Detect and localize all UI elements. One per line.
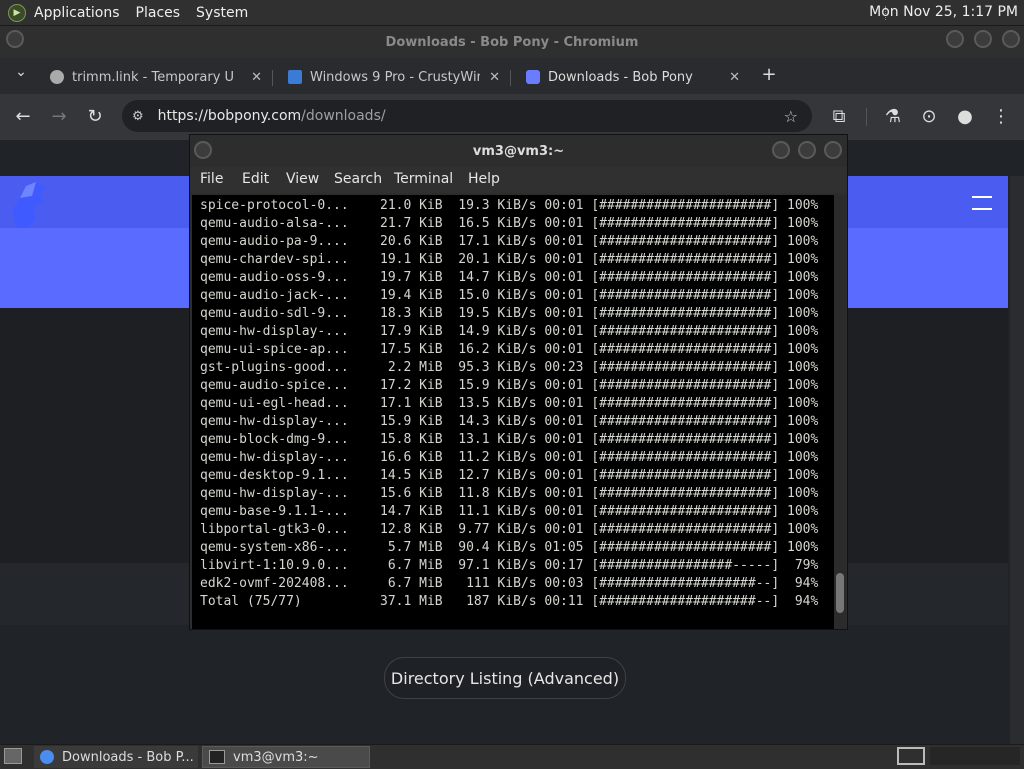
taskbar-item-label: Downloads - Bob P... <box>62 749 194 765</box>
close-button[interactable] <box>1002 30 1020 48</box>
system-menu[interactable]: System <box>188 5 256 21</box>
extensions-icon[interactable]: ⧉ <box>828 106 850 127</box>
terminal-icon <box>209 750 225 764</box>
address-bar[interactable]: ⚙ https://bobpony.com/downloads/ ☆ <box>122 100 812 132</box>
labs-flask-icon[interactable]: ⚗ <box>882 106 904 127</box>
bottom-taskbar: Downloads - Bob P... vm3@vm3:~ <box>0 744 1024 769</box>
maximize-button[interactable] <box>974 30 992 48</box>
url-path: /downloads/ <box>301 108 386 124</box>
tab-windows-9-pro[interactable]: Windows 9 Pro - CrustyWind ✕ <box>288 62 500 92</box>
new-tab-icon[interactable]: + <box>758 64 780 85</box>
terminal-titlebar[interactable]: vm3@vm3:~ <box>190 135 847 167</box>
window-menu-button[interactable] <box>194 141 212 159</box>
menu-file[interactable]: File <box>200 171 223 187</box>
tab-label: Windows 9 Pro - CrustyWind <box>310 69 480 85</box>
places-menu[interactable]: Places <box>128 5 189 21</box>
menu-help[interactable]: Help <box>468 171 500 187</box>
terminal-scrollbar-thumb[interactable] <box>836 573 844 613</box>
taskbar-item-browser[interactable]: Downloads - Bob P... <box>34 746 198 768</box>
terminal-lines: spice-protocol-0... 21.0 KiB 19.3 KiB/s … <box>200 198 819 609</box>
maximize-button[interactable] <box>798 141 816 159</box>
hamburger-menu-icon[interactable] <box>972 196 992 210</box>
terminal-output[interactable]: spice-protocol-0... 21.0 KiB 19.3 KiB/s … <box>192 195 834 629</box>
taskbar-item-label: vm3@vm3:~ <box>233 749 319 765</box>
close-button[interactable] <box>824 141 842 159</box>
browser-window-title: Downloads - Bob Pony - Chromium <box>385 34 639 50</box>
workspace-area[interactable] <box>930 747 1020 765</box>
terminal-menubar: File Edit View Search Terminal Help <box>190 167 847 193</box>
terminal-title: vm3@vm3:~ <box>472 143 565 159</box>
tab-trimm-link[interactable]: trimm.link - Temporary URL ✕ <box>50 62 262 92</box>
globe-icon <box>50 70 64 84</box>
menu-view[interactable]: View <box>286 171 319 187</box>
profile-icon[interactable]: ● <box>954 106 976 127</box>
download-icon[interactable]: ⊙ <box>918 106 940 127</box>
menu-terminal[interactable]: Terminal <box>394 171 453 187</box>
show-desktop-icon[interactable] <box>4 748 22 764</box>
menu-search[interactable]: Search <box>334 171 382 187</box>
clock[interactable]: Mon Nov 25, 1:17 PM <box>869 4 1018 20</box>
tab-label: Downloads - Bob Pony <box>548 69 693 85</box>
tab-bar: ⌄ trimm.link - Temporary URL ✕ Windows 9… <box>0 58 1024 94</box>
page-scrollbar[interactable] <box>1010 176 1024 744</box>
menu-edit[interactable]: Edit <box>242 171 269 187</box>
directory-listing-button[interactable]: Directory Listing (Advanced) <box>384 657 626 699</box>
site-info-icon[interactable]: ⚙ <box>132 109 144 124</box>
tab-search-chevron-icon[interactable]: ⌄ <box>10 64 32 80</box>
reload-icon[interactable]: ↻ <box>84 106 106 127</box>
top-panel: ▶ Applications Places System Mon Nov 25,… <box>0 0 1024 26</box>
minimize-button[interactable] <box>772 141 790 159</box>
close-icon[interactable]: ✕ <box>729 70 740 85</box>
windows-logo-icon <box>288 70 302 84</box>
tab-separator <box>272 70 273 86</box>
workspace-switcher[interactable] <box>897 747 925 765</box>
chromium-icon <box>40 750 54 764</box>
url-host: https://bobpony.com <box>157 108 302 124</box>
applications-menu[interactable]: Applications <box>26 5 128 21</box>
bobpony-icon <box>526 70 540 84</box>
more-menu-icon[interactable]: ⋮ <box>990 106 1012 127</box>
bobpony-logo[interactable] <box>6 180 50 230</box>
tab-label: trimm.link - Temporary URL <box>72 69 234 85</box>
close-icon[interactable]: ✕ <box>489 70 500 85</box>
back-arrow-icon[interactable]: ← <box>12 106 34 127</box>
terminal-scrollbar[interactable] <box>834 195 846 629</box>
terminal-window[interactable]: vm3@vm3:~ File Edit View Search Terminal… <box>189 134 848 630</box>
applications-menu-icon[interactable]: ▶ <box>8 3 26 22</box>
minimize-button[interactable] <box>946 30 964 48</box>
taskbar-item-terminal[interactable]: vm3@vm3:~ <box>202 746 370 768</box>
close-icon[interactable]: ✕ <box>251 70 262 85</box>
browser-titlebar[interactable]: Downloads - Bob Pony - Chromium <box>0 26 1024 58</box>
tab-separator <box>510 70 511 86</box>
toolbar-divider <box>866 108 867 126</box>
forward-arrow-icon[interactable]: → <box>48 106 70 127</box>
tab-downloads-bob-pony[interactable]: Downloads - Bob Pony ✕ <box>526 62 740 92</box>
bookmark-star-icon[interactable]: ☆ <box>784 107 798 126</box>
window-menu-button[interactable] <box>6 30 24 48</box>
